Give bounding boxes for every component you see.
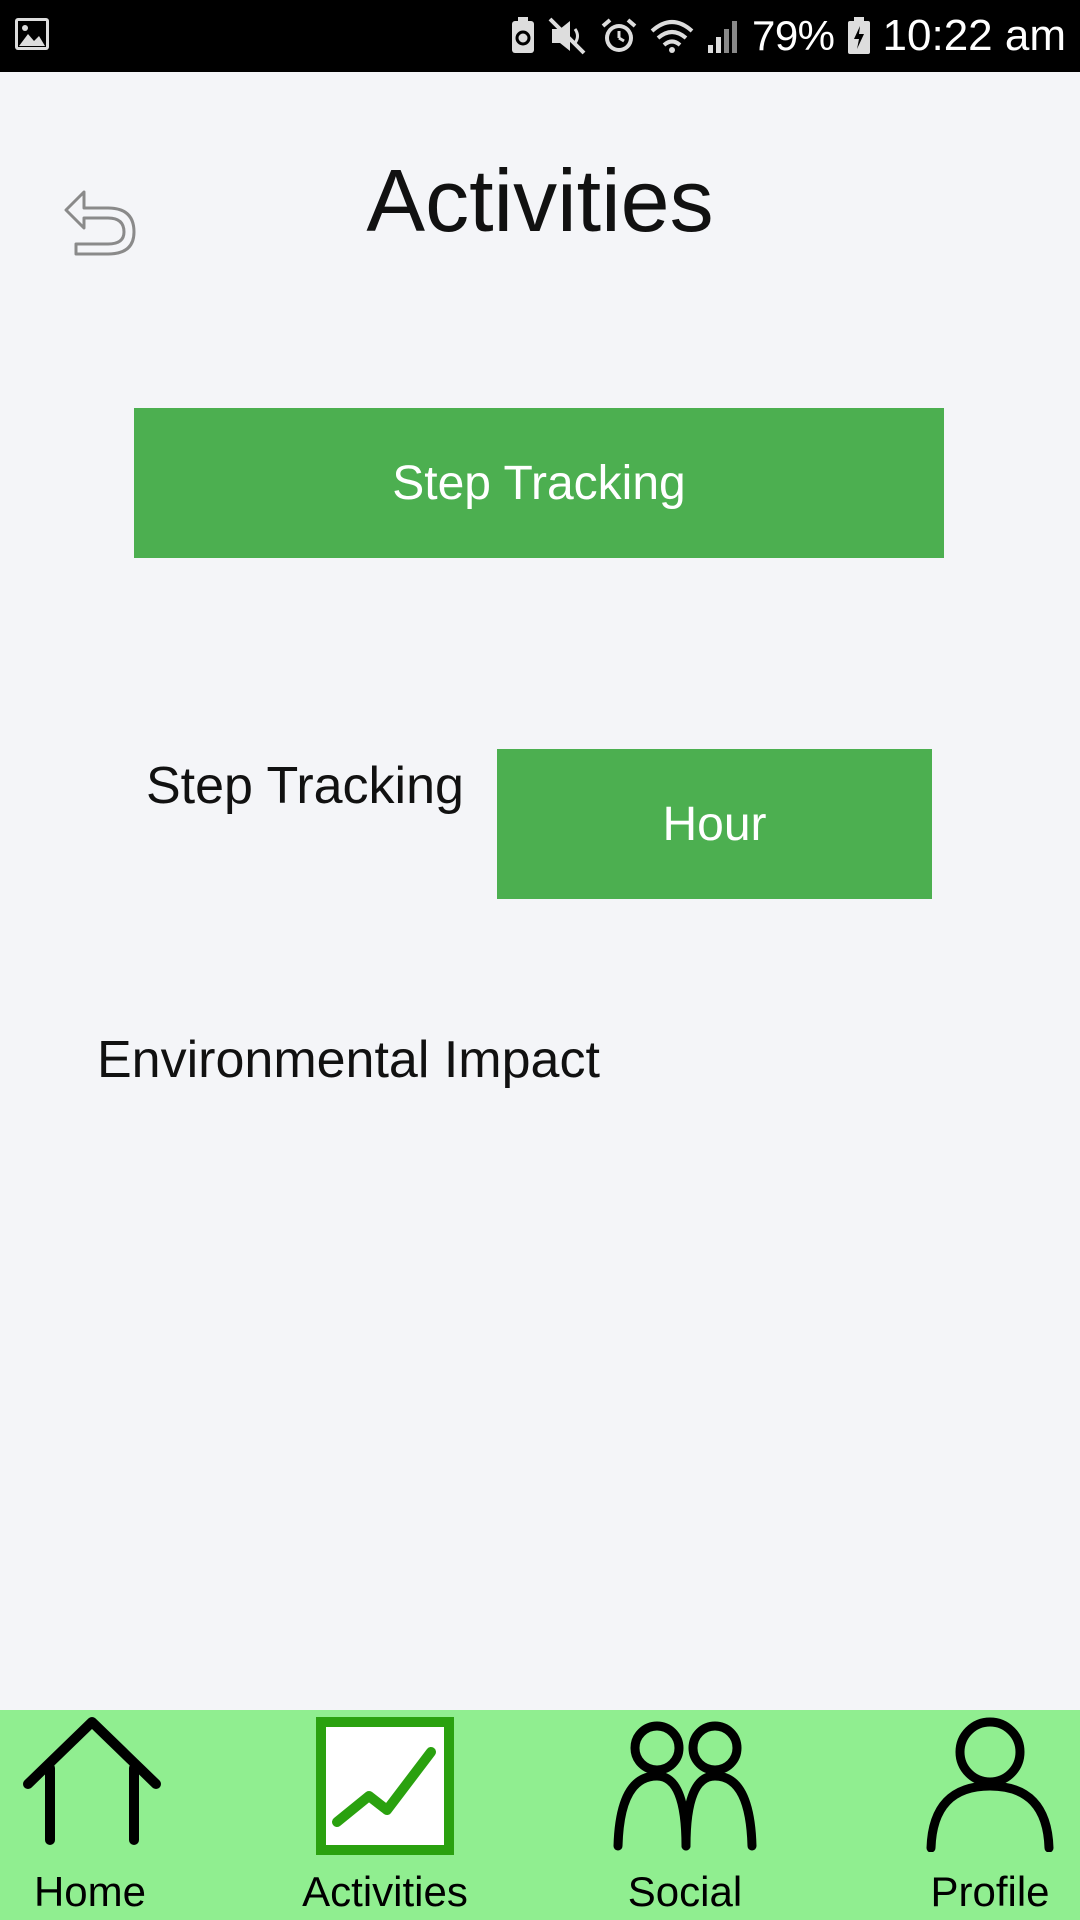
alarm-icon [600,17,638,55]
bottom-nav: Home Activities Social Profile [0,1710,1080,1920]
battery-percent: 79% [751,12,835,59]
mute-icon [548,17,588,55]
image-icon [14,17,50,56]
hour-button[interactable]: Hour [497,749,932,899]
wifi-icon [650,17,694,55]
status-right: 79% 10:22 am [510,11,1066,61]
nav-label-social: Social [627,1868,743,1915]
nav-label-home: Home [33,1868,147,1915]
nav-label-profile: Profile [930,1868,1050,1915]
nav-item-profile[interactable]: Profile [900,1710,1080,1920]
recycle-icon [510,17,536,55]
nav-item-home[interactable]: Home [0,1710,180,1920]
battery-icon [847,17,871,55]
nav-item-activities[interactable]: Activities [285,1710,485,1920]
environmental-impact-label: Environmental Impact [97,1031,600,1089]
page-title: Activities [366,151,714,250]
signal-icon [706,17,740,55]
clock: 10:22 am [882,11,1066,60]
step-tracking-button[interactable]: Step Tracking [134,408,944,558]
nav-label-activities: Activities [302,1868,468,1915]
activities-screen: 79% 10:22 am Activities Step Tracking St… [0,0,1080,1920]
status-left [14,17,50,56]
nav-item-social[interactable]: Social [590,1710,780,1920]
status-bar: 79% 10:22 am [0,0,1080,72]
step-tracking-label: Step Tracking [146,757,464,815]
